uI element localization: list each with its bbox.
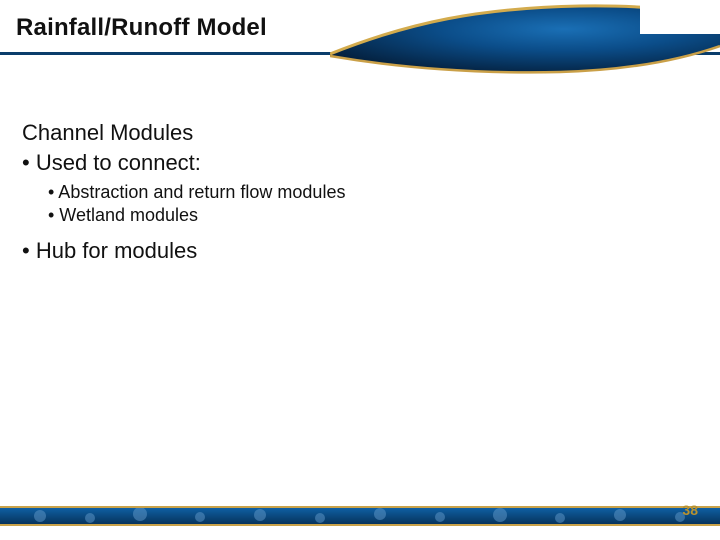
footer-band-graphic: [0, 508, 720, 524]
slide-body: Channel Modules • Used to connect: • Abs…: [22, 120, 698, 270]
bullet-level1: • Used to connect:: [22, 150, 698, 176]
header-curve-graphic: [330, 0, 720, 90]
footer-band-icon: [0, 508, 720, 524]
slide-title: Rainfall/Runoff Model: [16, 14, 267, 42]
spacer: [22, 228, 698, 238]
bullet-level2: • Wetland modules: [48, 205, 698, 226]
subheading: Channel Modules: [22, 120, 698, 146]
curve-icon: [330, 0, 720, 90]
slide-header: Rainfall/Runoff Model: [0, 0, 720, 90]
footer-accent-line: [0, 524, 720, 526]
slide: Rainfall/Runoff Model: [0, 0, 720, 540]
bullet-level2: • Abstraction and return flow modules: [48, 182, 698, 203]
bullet-level1: • Hub for modules: [22, 238, 698, 264]
slide-footer: 38: [0, 484, 720, 540]
page-number: 38: [682, 502, 698, 518]
